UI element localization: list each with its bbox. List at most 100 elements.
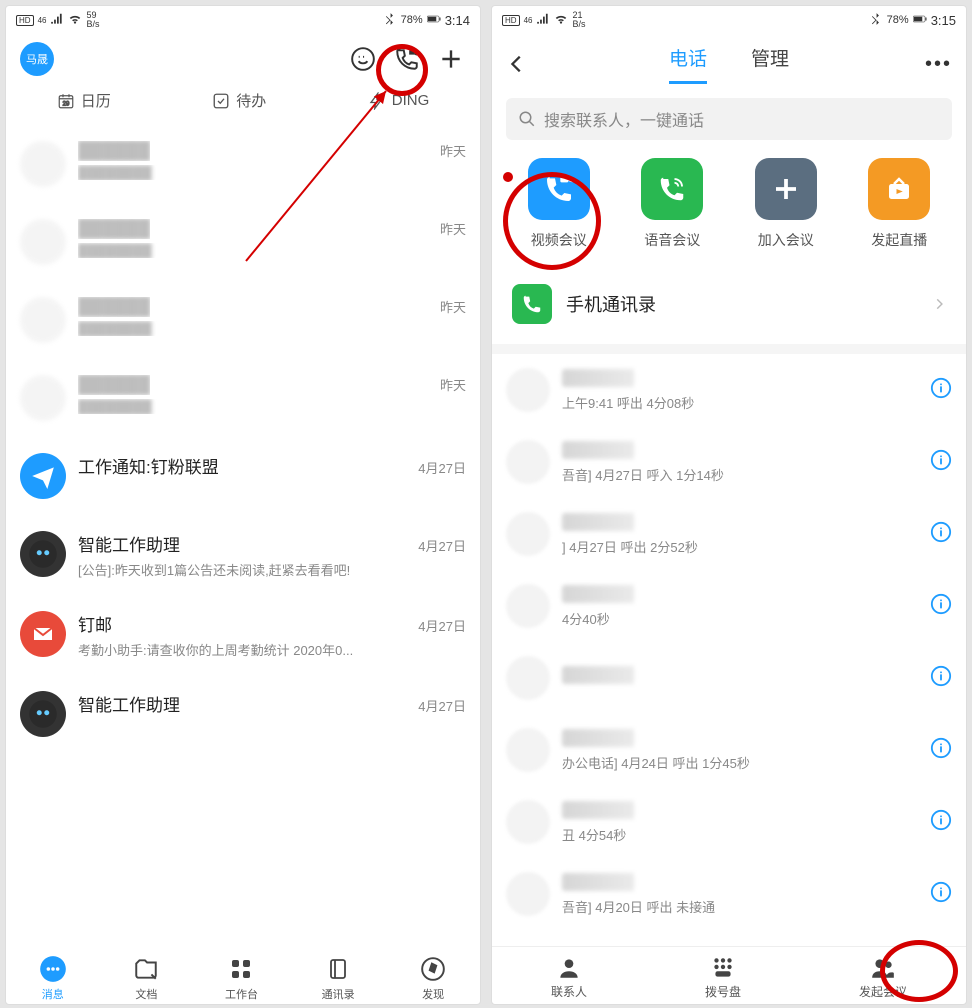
chat-time: 4月27日	[418, 696, 466, 715]
info-icon[interactable]	[930, 809, 952, 836]
call-item[interactable]: 4分40秒	[506, 570, 952, 642]
nav-grid[interactable]: 工作台	[225, 954, 258, 1002]
chat-item[interactable]: ██████昨天████████	[20, 281, 466, 359]
chat-item[interactable]: ██████昨天████████	[20, 359, 466, 437]
scan-icon[interactable]	[348, 44, 378, 74]
wifi-icon	[554, 12, 568, 29]
info-icon[interactable]	[930, 377, 952, 404]
nav-folder[interactable]: 文档	[131, 954, 161, 1002]
more-button[interactable]: •••	[912, 53, 952, 76]
call-item[interactable]: 丑 4分54秒	[506, 786, 952, 858]
status-bar: HD 46 59 B/s 78% 3:14	[6, 6, 480, 34]
call-meta: 4分40秒	[562, 609, 918, 628]
tab-todo[interactable]: 待办	[212, 90, 266, 111]
tab-phone[interactable]: 电话	[669, 44, 707, 84]
people-icon	[868, 955, 898, 981]
bottom-nav: 消息文档 工作台通讯录 发现	[6, 947, 480, 1004]
voicecall-icon	[641, 158, 703, 220]
call-item[interactable]: 吾音] 4月20日 呼出 未接通	[506, 858, 952, 930]
quick-live[interactable]: 发起直播	[868, 158, 930, 250]
info-icon[interactable]	[930, 665, 952, 692]
bluetooth-icon	[869, 12, 883, 29]
nav-book[interactable]: 通讯录	[322, 954, 355, 1002]
chat-title: 钉邮	[78, 611, 112, 636]
chat-item[interactable]: ██████昨天████████	[20, 203, 466, 281]
chat-time: 昨天	[440, 375, 466, 394]
tab-calendar-label: 日历	[81, 90, 111, 111]
net-unit: B/s	[86, 20, 99, 29]
info-icon[interactable]	[930, 593, 952, 620]
call-name	[562, 585, 682, 603]
chat-list: ██████昨天██████████████昨天██████████████昨天…	[6, 125, 480, 947]
nav-label: 发起会议	[859, 983, 907, 1000]
back-button[interactable]	[506, 53, 546, 75]
chat-avatar	[20, 219, 66, 265]
phone-video-icon[interactable]	[392, 44, 422, 74]
quick-actions: 视频会议语音会议加入会议发起直播	[492, 154, 966, 264]
status-bar: HD 46 21 B/s 78% 3:15	[492, 6, 966, 34]
battery-icon	[913, 12, 927, 29]
main-header: 马晟	[6, 34, 480, 80]
net-unit: B/s	[572, 20, 585, 29]
chat-avatar	[20, 297, 66, 343]
chat-title: 智能工作助理	[78, 531, 180, 556]
call-log: 上午9:41 呼出 4分08秒吾音] 4月27日 呼入 1分14秒 ] 4月27日…	[492, 354, 966, 946]
nav-label: 发现	[422, 986, 444, 1002]
quick-label: 发起直播	[871, 230, 927, 250]
search-input[interactable]: 搜索联系人，一键通话	[506, 98, 952, 140]
clock: 3:14	[445, 13, 470, 28]
call-item[interactable]	[506, 642, 952, 714]
call-meta: 吾音] 4月27日 呼入 1分14秒	[562, 465, 918, 484]
info-icon[interactable]	[930, 449, 952, 476]
call-item[interactable]: 吾音] 4月27日 呼入 1分14秒	[506, 426, 952, 498]
battery-pct: 78%	[887, 14, 909, 26]
tab-calendar[interactable]: 29 日历	[57, 90, 111, 111]
call-name	[562, 513, 682, 531]
bottom-nav: 联系人 拨号盘发起会议	[492, 946, 966, 1004]
tab-ding[interactable]: DING	[368, 90, 430, 111]
tab-manage[interactable]: 管理	[751, 44, 789, 84]
call-item[interactable]: 办公电话] 4月24日 呼出 1分45秒	[506, 714, 952, 786]
nav-label: 文档	[135, 986, 157, 1002]
phone-right: HD 46 21 B/s 78% 3:15 电话 管理 ••• 搜索联系人，一键…	[491, 5, 967, 1005]
nav-msg[interactable]: 消息	[38, 954, 68, 1002]
chat-avatar	[20, 531, 66, 577]
info-icon[interactable]	[930, 737, 952, 764]
chat-item[interactable]: 工作通知:钉粉联盟4月27日	[20, 437, 466, 515]
quick-plus[interactable]: 加入会议	[755, 158, 817, 250]
chat-item[interactable]: ██████昨天████████	[20, 125, 466, 203]
quick-tabs: 29 日历 待办 DING	[6, 80, 480, 125]
chat-item[interactable]: 智能工作助理4月27日[公告]:昨天收到1篇公告还未阅读,赶紧去看看吧!	[20, 515, 466, 595]
quick-voicecall[interactable]: 语音会议	[641, 158, 703, 250]
chat-title: ██████	[78, 219, 150, 239]
videocall-icon	[528, 158, 590, 220]
call-item[interactable]: 上午9:41 呼出 4分08秒	[506, 354, 952, 426]
call-meta: 上午9:41 呼出 4分08秒	[562, 393, 918, 412]
contacts-row[interactable]: 手机通讯录	[506, 270, 952, 338]
info-icon[interactable]	[930, 881, 952, 908]
nav-label: 通讯录	[322, 986, 355, 1002]
nav-compass[interactable]: 发现	[418, 954, 448, 1002]
page-header: 电话 管理 •••	[492, 34, 966, 88]
chat-item[interactable]: 钉邮4月27日考勤小助手:请查收你的上周考勤统计 2020年0...	[20, 595, 466, 675]
plus-icon[interactable]	[436, 44, 466, 74]
chat-avatar	[20, 611, 66, 657]
msg-icon	[38, 954, 68, 984]
chat-title: 工作通知:钉粉联盟	[78, 453, 219, 478]
call-avatar	[506, 872, 550, 916]
book-icon	[323, 954, 353, 984]
nav-people[interactable]: 发起会议	[859, 955, 907, 1000]
phone-left: HD 46 59 B/s 78% 3:14 马晟	[5, 5, 481, 1005]
avatar[interactable]: 马晟	[20, 42, 54, 76]
call-item[interactable]: ] 4月27日 呼出 2分52秒	[506, 498, 952, 570]
compass-icon	[418, 954, 448, 984]
battery-icon	[427, 12, 441, 29]
plus-icon	[755, 158, 817, 220]
nav-person[interactable]: 联系人	[551, 955, 587, 1000]
wifi-icon	[68, 12, 82, 29]
info-icon[interactable]	[930, 521, 952, 548]
quick-videocall[interactable]: 视频会议	[528, 158, 590, 250]
nav-label: 联系人	[551, 983, 587, 1000]
nav-dial[interactable]: 拨号盘	[705, 955, 741, 1000]
chat-item[interactable]: 智能工作助理4月27日	[20, 675, 466, 753]
